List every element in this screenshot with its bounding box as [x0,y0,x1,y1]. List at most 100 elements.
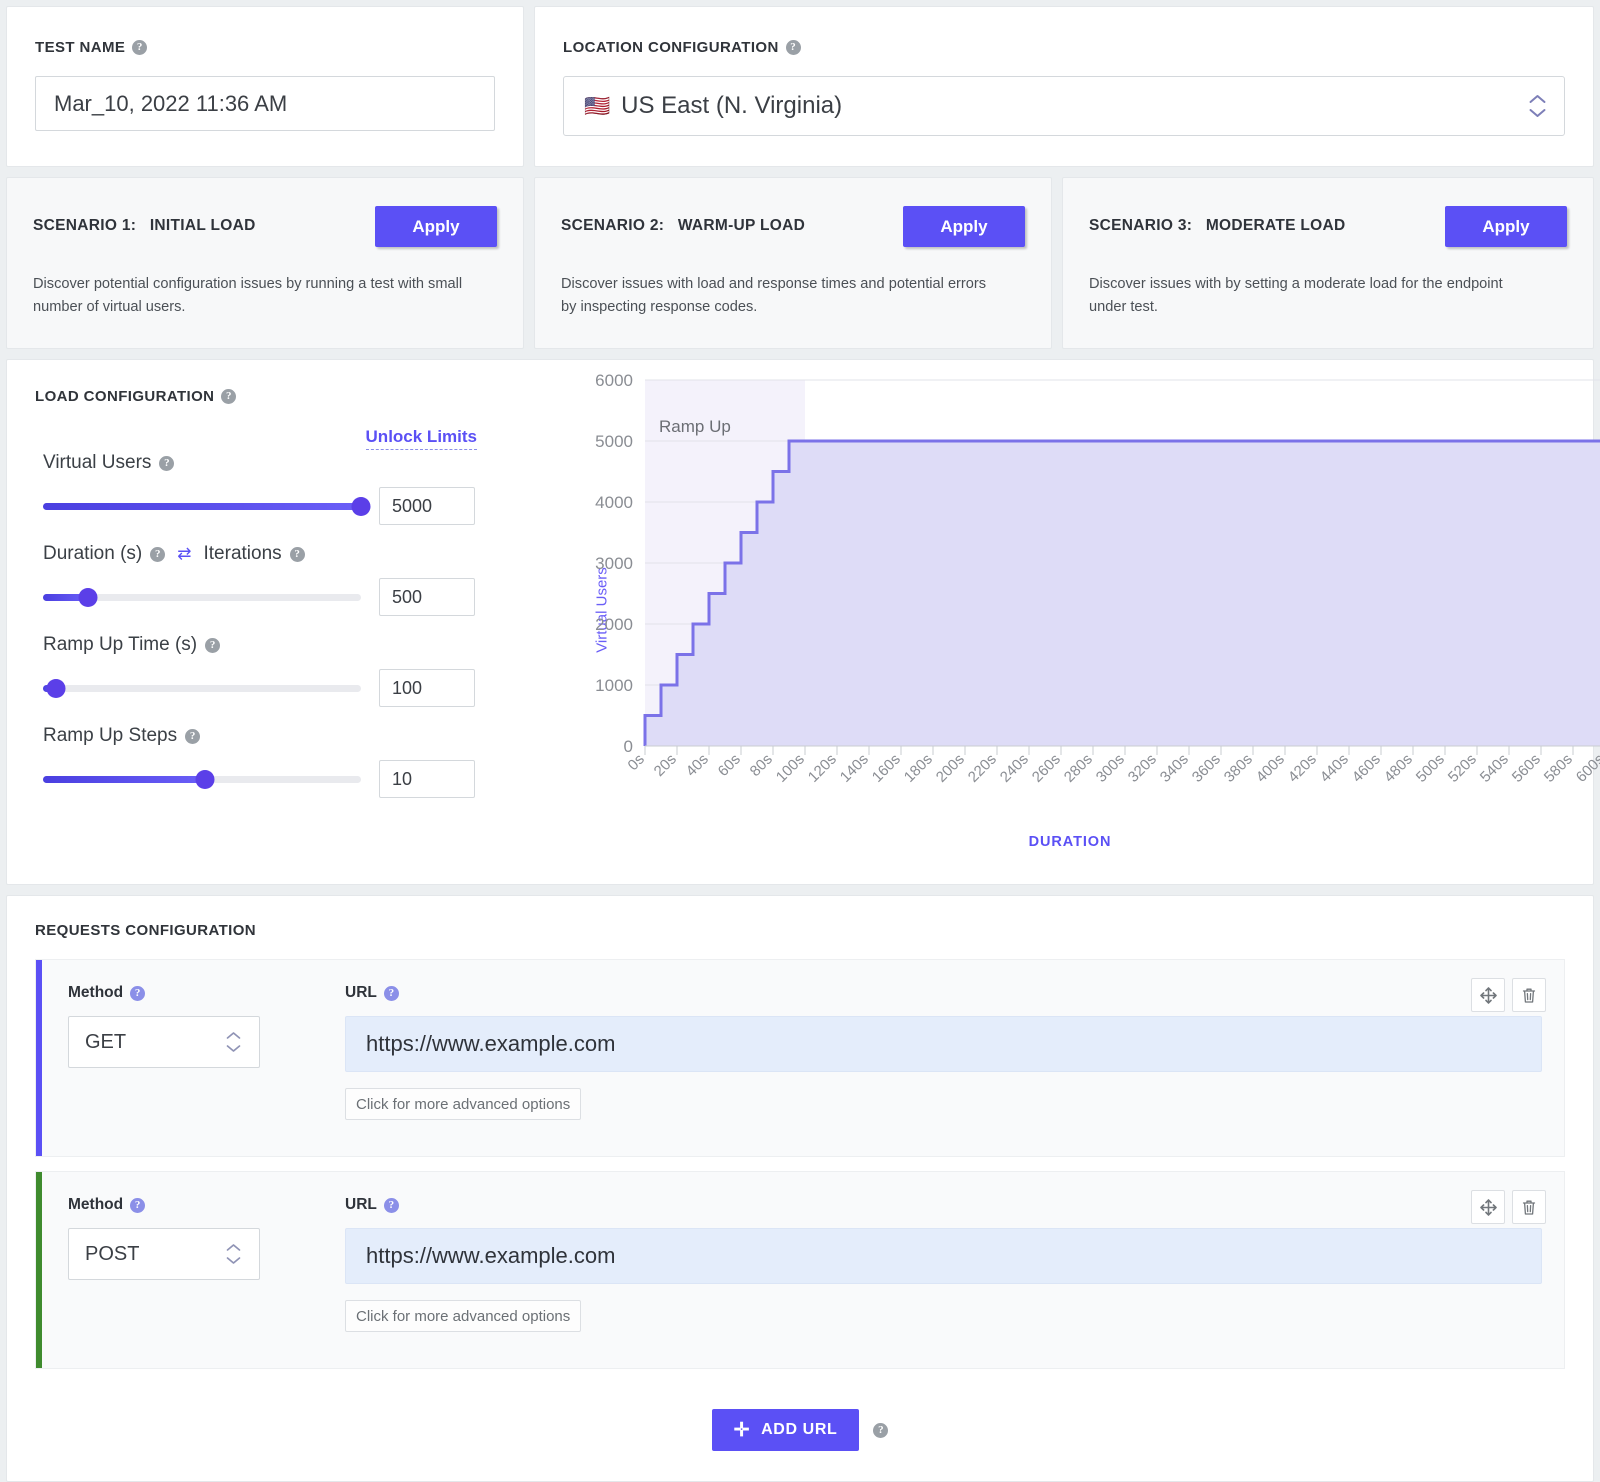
scenario-header-3: SCENARIO 3: MODERATE LOAD Apply [1089,206,1567,247]
help-icon[interactable]: ? [221,389,236,404]
ramp-up-time-input[interactable]: 100 [379,669,475,707]
help-icon[interactable]: ? [873,1423,888,1438]
ramp-up-steps-input[interactable]: 10 [379,760,475,798]
load-chart-panel: Virtual Users 01000200030004000500060000… [547,360,1593,884]
location-select[interactable]: 🇺🇸 US East (N. Virginia) [563,76,1565,136]
ramp-up-time-slider[interactable] [43,678,361,698]
help-icon[interactable]: ? [130,1198,145,1213]
help-icon[interactable]: ? [132,40,147,55]
scenario-header-1: SCENARIO 1: INITIAL LOAD Apply [33,206,497,247]
svg-text:600s: 600s [1573,751,1600,786]
svg-text:580s: 580s [1541,751,1576,786]
scenario-name-3: MODERATE LOAD [1206,217,1346,234]
iterations-label-text: Iterations [204,543,282,565]
method-label-text: Method [68,984,123,1002]
scenario-number-3: SCENARIO 3: [1089,217,1192,234]
unlock-limits-link[interactable]: Unlock Limits [366,427,477,450]
help-icon[interactable]: ? [159,456,174,471]
requests-configuration-title: REQUESTS CONFIGURATION [35,922,1565,939]
test-name-label: TEST NAME ? [35,39,495,56]
swap-arrows-icon[interactable]: ⇄ [177,544,191,564]
svg-text:160s: 160s [869,751,904,786]
help-icon[interactable]: ? [786,40,801,55]
duration-slider[interactable] [43,587,361,607]
requests-configuration-card: REQUESTS CONFIGURATION Method ? [6,895,1594,1482]
url-label: URL ? [345,1196,1542,1214]
help-icon[interactable]: ? [384,1198,399,1213]
svg-text:200s: 200s [933,751,968,786]
move-handle-icon[interactable] [1471,978,1505,1012]
ramp-up-steps-label: Ramp Up Steps ? [43,725,519,747]
slider-knob[interactable] [196,770,215,789]
help-icon[interactable]: ? [185,729,200,744]
help-icon[interactable]: ? [384,986,399,1001]
method-select[interactable]: GET [68,1016,260,1068]
request-row: Method ? GET URL ? [35,959,1565,1157]
scenario-card-1: SCENARIO 1: INITIAL LOAD Apply Discover … [6,177,524,349]
svg-text:360s: 360s [1189,751,1224,786]
unlock-limits-wrap: Unlock Limits [43,427,519,450]
advanced-options-button[interactable]: Click for more advanced options [345,1300,581,1332]
scenario-title-3: SCENARIO 3: MODERATE LOAD [1089,206,1345,235]
request-grid: Method ? POST URL ? [68,1196,1542,1332]
chart-x-axis-label: DURATION [547,834,1593,850]
slider-fill [43,776,205,783]
request-row: Method ? POST URL ? [35,1171,1565,1369]
help-icon[interactable]: ? [205,638,220,653]
svg-text:220s: 220s [965,751,1000,786]
method-select[interactable]: POST [68,1228,260,1280]
trash-icon[interactable] [1512,978,1546,1012]
virtual-users-slider[interactable] [43,496,361,516]
slider-knob[interactable] [352,497,371,516]
url-input[interactable]: https://www.example.com [345,1228,1542,1284]
virtual-users-chart: Virtual Users 01000200030004000500060000… [547,360,1593,860]
apply-button-2[interactable]: Apply [903,206,1025,247]
scenario-card-2: SCENARIO 2: WARM-UP LOAD Apply Discover … [534,177,1052,349]
location-label-text: LOCATION CONFIGURATION [563,39,779,56]
duration-control: Duration (s) ? ⇄ Iterations ? 500 [43,543,519,616]
help-icon[interactable]: ? [290,547,305,562]
url-input[interactable]: https://www.example.com [345,1016,1542,1072]
svg-text:0: 0 [624,737,633,756]
duration-input[interactable]: 500 [379,578,475,616]
spinner-updown-icon[interactable] [1529,95,1546,118]
add-url-button[interactable]: ✛ ADD URL [712,1409,860,1451]
request-url-group: URL ? https://www.example.com Click for … [345,1196,1542,1332]
svg-text:140s: 140s [837,751,872,786]
ramp-up-steps-slider[interactable] [43,769,361,789]
spinner-updown-icon[interactable] [226,1032,241,1053]
test-name-card: TEST NAME ? Mar_10, 2022 11:36 AM [6,6,524,167]
scenario-name-2: WARM-UP LOAD [678,217,805,234]
scenario-header-2: SCENARIO 2: WARM-UP LOAD Apply [561,206,1025,247]
slider-knob[interactable] [78,588,97,607]
location-label: LOCATION CONFIGURATION ? [563,39,1565,56]
svg-text:20s: 20s [651,751,680,780]
apply-button-1[interactable]: Apply [375,206,497,247]
method-label-text: Method [68,1196,123,1214]
virtual-users-input[interactable]: 5000 [379,487,475,525]
scenario-description-1: Discover potential configuration issues … [33,273,473,318]
spinner-updown-icon[interactable] [226,1244,241,1265]
move-handle-icon[interactable] [1471,1190,1505,1224]
row-actions [1471,1190,1546,1224]
trash-icon[interactable] [1512,1190,1546,1224]
svg-text:80s: 80s [747,751,776,780]
svg-text:480s: 480s [1381,751,1416,786]
svg-text:380s: 380s [1221,751,1256,786]
help-icon[interactable]: ? [150,547,165,562]
help-icon[interactable]: ? [130,986,145,1001]
ramp-up-time-row: 100 [43,669,519,707]
duration-row: 500 [43,578,519,616]
advanced-options-button[interactable]: Click for more advanced options [345,1088,581,1120]
svg-text:180s: 180s [901,751,936,786]
ramp-up-time-control: Ramp Up Time (s) ? 100 [43,634,519,707]
duration-label-text: Duration (s) [43,543,142,565]
apply-button-3[interactable]: Apply [1445,206,1567,247]
ramp-up-time-label-text: Ramp Up Time (s) [43,634,197,656]
slider-knob[interactable] [46,679,65,698]
url-label-text: URL [345,984,377,1002]
request-grid: Method ? GET URL ? [68,984,1542,1120]
svg-text:Ramp Up: Ramp Up [659,417,731,436]
scenario-name-1: INITIAL LOAD [150,217,256,234]
test-name-input[interactable]: Mar_10, 2022 11:36 AM [35,76,495,131]
